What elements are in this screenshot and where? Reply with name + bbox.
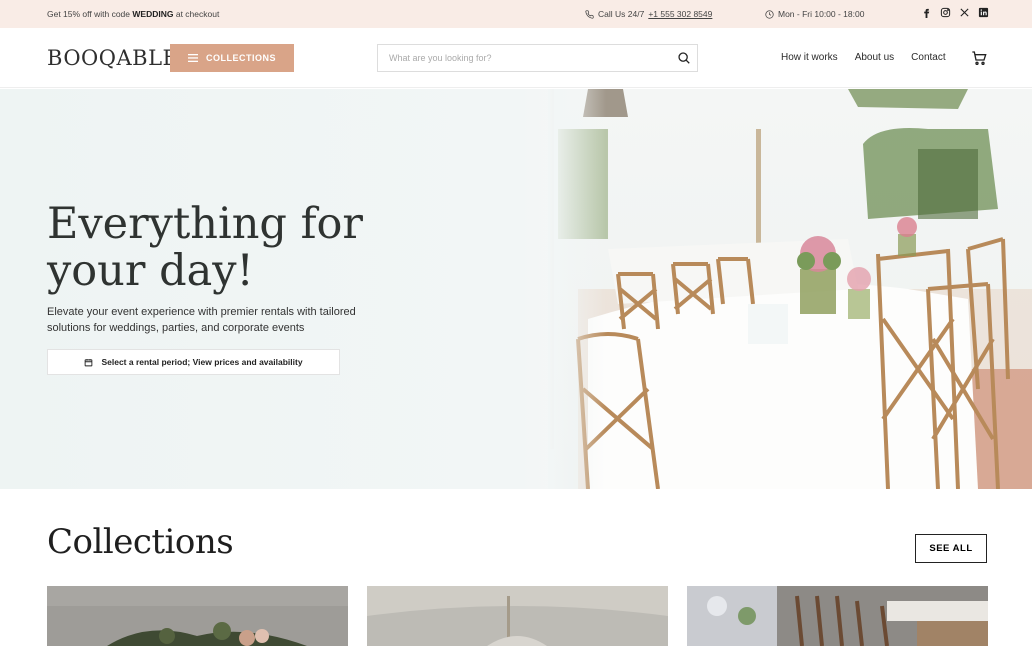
hero-title-line-2: your day! bbox=[47, 246, 254, 296]
menu-icon bbox=[188, 54, 198, 62]
opening-hours: Mon - Fri 10:00 - 18:00 bbox=[765, 9, 864, 19]
cart-icon[interactable] bbox=[971, 50, 987, 66]
hero-title: Everything for your day! bbox=[47, 201, 407, 295]
rental-period-button[interactable]: Select a rental period; View prices and … bbox=[47, 349, 340, 375]
phone-icon bbox=[585, 9, 594, 19]
search-bar bbox=[377, 44, 698, 72]
promo-code: WEDDING bbox=[132, 9, 174, 19]
hero-image bbox=[548, 89, 1032, 489]
promo-prefix: Get 15% off with code bbox=[47, 9, 131, 19]
hero-section: Everything for your day! Elevate your ev… bbox=[0, 89, 1032, 489]
collection-card[interactable] bbox=[687, 586, 988, 646]
phone-info: Call Us 24/7 +1 555 302 8549 bbox=[585, 9, 712, 19]
collection-card[interactable] bbox=[47, 586, 348, 646]
site-logo[interactable]: BOOQABLE bbox=[47, 46, 178, 70]
collection-card-image bbox=[47, 586, 348, 646]
hero-title-line-1: Everything for bbox=[47, 199, 363, 249]
site-header: BOOQABLE COLLECTIONS How it works About … bbox=[0, 28, 1032, 88]
instagram-icon[interactable] bbox=[940, 7, 951, 18]
hours-text: Mon - Fri 10:00 - 18:00 bbox=[778, 9, 865, 19]
clock-icon bbox=[765, 9, 774, 19]
collection-card-image bbox=[687, 586, 988, 646]
see-all-button[interactable]: SEE ALL bbox=[915, 534, 987, 563]
collection-card[interactable] bbox=[367, 586, 668, 646]
promo-text: Get 15% off with code WEDDING at checkou… bbox=[47, 9, 219, 19]
social-links bbox=[921, 7, 989, 18]
collections-title: Collections bbox=[47, 522, 234, 562]
nav-how-it-works[interactable]: How it works bbox=[781, 52, 838, 63]
announcement-bar: Get 15% off with code WEDDING at checkou… bbox=[0, 0, 1032, 28]
phone-label: Call Us 24/7 bbox=[598, 9, 645, 19]
phone-link[interactable]: +1 555 302 8549 bbox=[648, 9, 712, 19]
collections-menu-button[interactable]: COLLECTIONS bbox=[170, 44, 294, 72]
search-icon[interactable] bbox=[677, 51, 691, 65]
collections-label: COLLECTIONS bbox=[206, 53, 276, 63]
x-icon[interactable] bbox=[959, 7, 970, 18]
promo-suffix: at checkout bbox=[175, 9, 220, 19]
nav-contact[interactable]: Contact bbox=[911, 52, 945, 63]
rental-period-label: Select a rental period; View prices and … bbox=[101, 357, 303, 367]
nav-about-us[interactable]: About us bbox=[855, 52, 894, 63]
linkedin-icon[interactable] bbox=[978, 7, 989, 18]
facebook-icon[interactable] bbox=[921, 7, 932, 18]
hero-subtitle: Elevate your event experience with premi… bbox=[47, 306, 356, 334]
collection-card-image bbox=[367, 586, 668, 646]
main-nav: How it works About us Contact bbox=[781, 52, 963, 63]
search-input[interactable] bbox=[378, 45, 658, 71]
calendar-icon bbox=[84, 358, 93, 367]
